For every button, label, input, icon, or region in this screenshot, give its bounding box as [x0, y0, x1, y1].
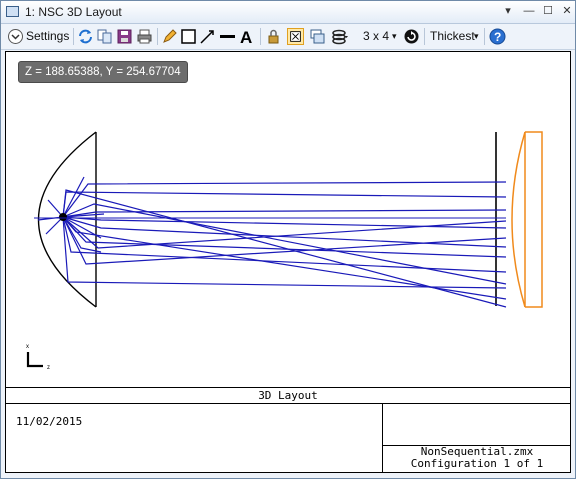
ray-bundle	[37, 176, 507, 308]
window-icon	[6, 6, 19, 17]
toolbar-separator	[260, 28, 261, 45]
axis-indicator	[26, 352, 43, 368]
window-menu-button[interactable]: ▾	[498, 3, 518, 19]
save-icon[interactable]	[116, 28, 133, 45]
layout-plot: x z	[26, 131, 543, 371]
close-button[interactable]: ✕	[557, 3, 576, 19]
layers-icon[interactable]	[332, 28, 349, 45]
line-thickness-chevron-icon[interactable]: ▾	[474, 27, 479, 46]
svg-text:?: ?	[494, 30, 501, 44]
layout-canvas[interactable]: x z Z = 188.65388, Y = 254.67704 3D Layo…	[5, 51, 571, 473]
settings-chevron-icon[interactable]	[7, 28, 24, 45]
copy-icon[interactable]	[96, 28, 113, 45]
print-icon[interactable]	[136, 28, 153, 45]
nsc-3d-layout-window: 1: NSC 3D Layout ▾ — ☐ ✕ Settings A 3 x …	[0, 0, 576, 479]
light-source	[59, 213, 67, 221]
date-label: 11/02/2015	[16, 415, 83, 428]
toolbar-separator	[424, 28, 425, 45]
toolbar-separator	[484, 28, 485, 45]
refresh-icon[interactable]	[77, 28, 94, 45]
arrow-icon[interactable]	[199, 28, 216, 45]
window-title: 1: NSC 3D Layout	[25, 5, 122, 19]
toolbar-separator	[73, 28, 74, 45]
rotate-icon[interactable]	[403, 28, 420, 45]
minimize-button[interactable]: —	[519, 3, 539, 19]
settings-button[interactable]: Settings	[26, 27, 69, 46]
info-right-panel: NonSequential.zmx Configuration 1 of 1	[382, 403, 571, 472]
help-icon[interactable]: ?	[489, 28, 506, 45]
line-icon[interactable]	[219, 28, 236, 45]
fit-view-icon[interactable]	[287, 28, 304, 45]
axis-x-label: x	[26, 344, 29, 350]
title-bar: 1: NSC 3D Layout ▾ — ☐ ✕	[1, 1, 575, 24]
layout-grid-chevron-icon[interactable]: ▾	[392, 27, 397, 46]
rectangle-icon[interactable]	[180, 28, 197, 45]
layout-grid-dropdown[interactable]: 3 x 4	[363, 27, 389, 46]
pencil-icon[interactable]	[161, 28, 178, 45]
svg-text:A: A	[240, 28, 252, 45]
toolbar-separator	[157, 28, 158, 45]
info-block: 11/02/2015 NonSequential.zmx Configurati…	[6, 403, 571, 472]
toolbar: Settings A 3 x 4 ▾ Thickest ▾ ?	[1, 24, 575, 50]
file-info: NonSequential.zmx Configuration 1 of 1	[383, 445, 571, 473]
windows-icon[interactable]	[309, 28, 326, 45]
maximize-button[interactable]: ☐	[538, 3, 558, 19]
configuration-label: Configuration 1 of 1	[410, 457, 544, 470]
axis-z-label: z	[47, 365, 50, 371]
line-thickness-dropdown[interactable]: Thickest	[430, 27, 475, 46]
plot-title: 3D Layout	[6, 387, 570, 404]
coordinate-readout: Z = 188.65388, Y = 254.67704	[18, 61, 188, 83]
text-icon[interactable]: A	[239, 28, 256, 45]
lens-outline	[511, 131, 543, 308]
lock-icon[interactable]	[265, 28, 282, 45]
